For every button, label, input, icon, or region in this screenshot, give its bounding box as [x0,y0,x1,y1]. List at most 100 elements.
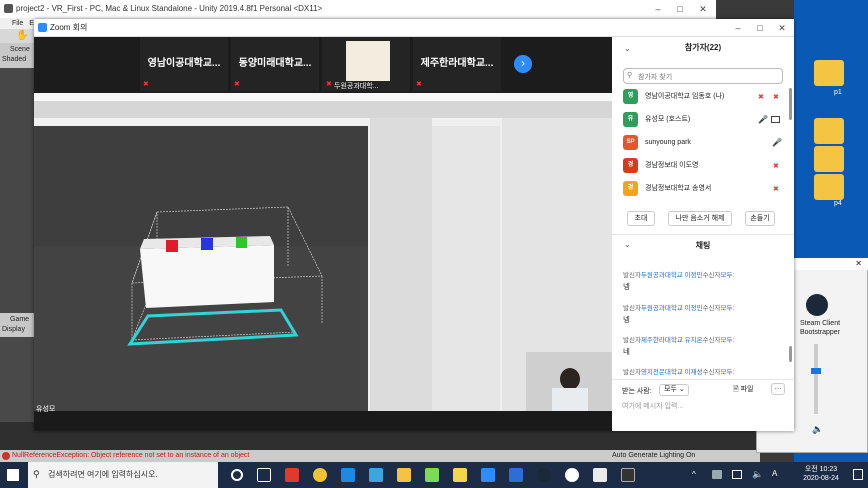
recipient-prefix: 수신자 [702,272,721,279]
raise-hand-button[interactable]: 손들기 [745,211,775,226]
network-icon[interactable] [712,470,722,479]
notification-icon[interactable] [853,469,863,480]
zoom-taskbar-icon[interactable] [481,468,495,482]
chat-sender[interactable]: 두원공과대학교 이정민 [641,272,703,279]
task-view-icon[interactable] [257,468,271,482]
participant-row[interactable]: 영 영남이공대학교 임동호 (나) ✖ ✖ [612,89,788,109]
hand-tool-icon[interactable]: ✋ [16,30,28,41]
search-icon: ⚲ [627,72,633,79]
app-icon[interactable] [509,468,523,482]
volume-slider-thumb[interactable] [811,368,821,374]
desktop-file-icon[interactable] [814,118,844,144]
language-indicator[interactable]: A [772,469,777,478]
app-icon[interactable] [593,468,607,482]
desktop-file-icon[interactable] [814,174,844,200]
scene-tab[interactable]: Scene Shaded [0,43,34,68]
tray-overflow-icon[interactable]: ^ [692,470,696,479]
taskbar-clock[interactable]: 오전 10:23 2020-08-24 [792,465,850,483]
mic-muted-icon[interactable]: ✖ [773,163,780,170]
participant-video [346,41,390,81]
chevron-right-icon[interactable]: › [514,55,532,73]
chat-scrollbar[interactable] [789,346,792,362]
app-icon[interactable] [565,468,579,482]
shared-hierarchy-panel [370,118,432,411]
zoom-maximize-icon[interactable]: □ [754,22,766,34]
app-icon[interactable] [285,468,299,482]
file-button[interactable]: 🗎 파일 [733,384,753,396]
participant-search-input[interactable]: 참가자 찾기 [623,68,783,84]
chat-recipient[interactable]: 모두 [721,337,733,344]
chat-recipient[interactable]: 모두 [721,305,733,312]
cortana-icon[interactable] [231,469,243,481]
volume-slider[interactable] [814,344,818,414]
white-box [140,245,274,308]
shaded-dropdown[interactable]: Shaded [2,55,34,65]
visual-studio-icon[interactable] [369,468,383,482]
sender-prefix: 발신자 [623,305,641,312]
chat-sender[interactable]: 두원공과대학교 이정민 [641,305,703,312]
desktop-file-icon[interactable] [814,146,844,172]
zoom-minimize-icon[interactable]: – [732,22,744,34]
participant-thumbnail[interactable]: 제주한라대학교... [413,37,501,91]
avatar: 유 [623,112,638,127]
close-icon[interactable]: ✕ [697,3,709,15]
chat-message-meta: 발신자제주한라대학교 유치온수신자모두: [623,337,735,344]
mic-icon[interactable]: 🎤 [758,115,768,124]
error-message[interactable]: NullReferenceException: Object reference… [12,452,249,459]
participant-row[interactable]: 경 경남정보대 이도영 ✖ [612,158,788,178]
unity-toolbar[interactable]: ✋ [0,29,34,43]
video-icon[interactable] [771,116,780,123]
sticky-notes-icon[interactable] [453,468,467,482]
minimize-icon[interactable]: – [652,3,664,15]
app-icon[interactable] [425,468,439,482]
green-cube [236,237,247,248]
chat-recipient[interactable]: 모두 [721,369,733,376]
display-icon[interactable] [732,470,742,479]
zoom-close-icon[interactable]: ✕ [776,22,788,34]
mic-muted-icon[interactable]: ✖ [758,94,765,101]
chat-message-input[interactable]: 여기에 메시지 입력... [622,401,683,411]
participant-thumbnail[interactable]: 영남이공대학교... [140,37,228,91]
speaker-icon[interactable]: 🔈 [812,424,823,435]
mic-muted-icon: ✖ [143,81,149,88]
unmute-me-button[interactable]: 나만 음소거 해제 [668,211,732,226]
windows-start-icon[interactable] [7,469,19,481]
participant-thumbnail[interactable]: 두원공과대학... [322,37,410,91]
chat-message-text: 네 [623,347,630,356]
unity-taskbar-icon[interactable] [621,468,635,482]
mic-muted-icon[interactable]: ✖ [773,186,780,193]
volume-icon[interactable]: 🔈 [752,469,763,480]
avatar: 경 [623,181,638,196]
chat-sender[interactable]: 영지전문대학교 이재성 [641,369,703,376]
participant-row[interactable]: 유 유성모 (호스트) 🎤 [612,112,788,132]
maximize-icon[interactable]: □ [674,3,686,15]
edge-icon[interactable] [341,468,355,482]
mic-icon[interactable]: 🎤 [772,138,782,147]
chat-message-meta: 발신자영지전문대학교 이재성수신자모두: [623,369,735,376]
taskbar-search-input[interactable]: 검색하려면 여기에 입력하십시오. [28,462,218,488]
sender-prefix: 발신자 [623,337,641,344]
chat-sender[interactable]: 제주한라대학교 유치온 [641,337,703,344]
scene-graphics [34,126,368,346]
clock-date: 2020-08-24 [803,475,839,482]
invite-button[interactable]: 초대 [627,211,655,226]
desktop-file-icon[interactable] [814,60,844,86]
sharer-name-label: 유성모 [36,406,56,413]
recipient-dropdown[interactable]: 모두 ⌄ [659,384,689,396]
thumbnail-name: 동양미래대학교... [238,58,312,69]
file-explorer-icon[interactable] [397,468,411,482]
chrome-icon[interactable] [313,468,327,482]
participant-thumbnail[interactable]: 동양미래대학교... [231,37,319,91]
chat-message-meta: 발신자두원공과대학교 이정민수신자모두: [623,305,735,312]
participant-row[interactable]: 경 경남정보대학교 송영서 ✖ [612,181,788,201]
chat-recipient[interactable]: 모두 [721,272,733,279]
shared-title-bar [34,93,612,101]
participants-scrollbar[interactable] [789,88,792,120]
display-dropdown[interactable]: Display [2,325,34,335]
more-options-icon[interactable]: … [771,383,785,395]
video-off-icon[interactable]: ✖ [773,94,780,101]
game-tab[interactable]: Game Display [0,313,34,337]
participants-header: 참가자(22) [684,43,722,52]
participant-row[interactable]: SP sunyoung park 🎤 [612,135,788,155]
steam-taskbar-icon[interactable] [537,468,551,482]
